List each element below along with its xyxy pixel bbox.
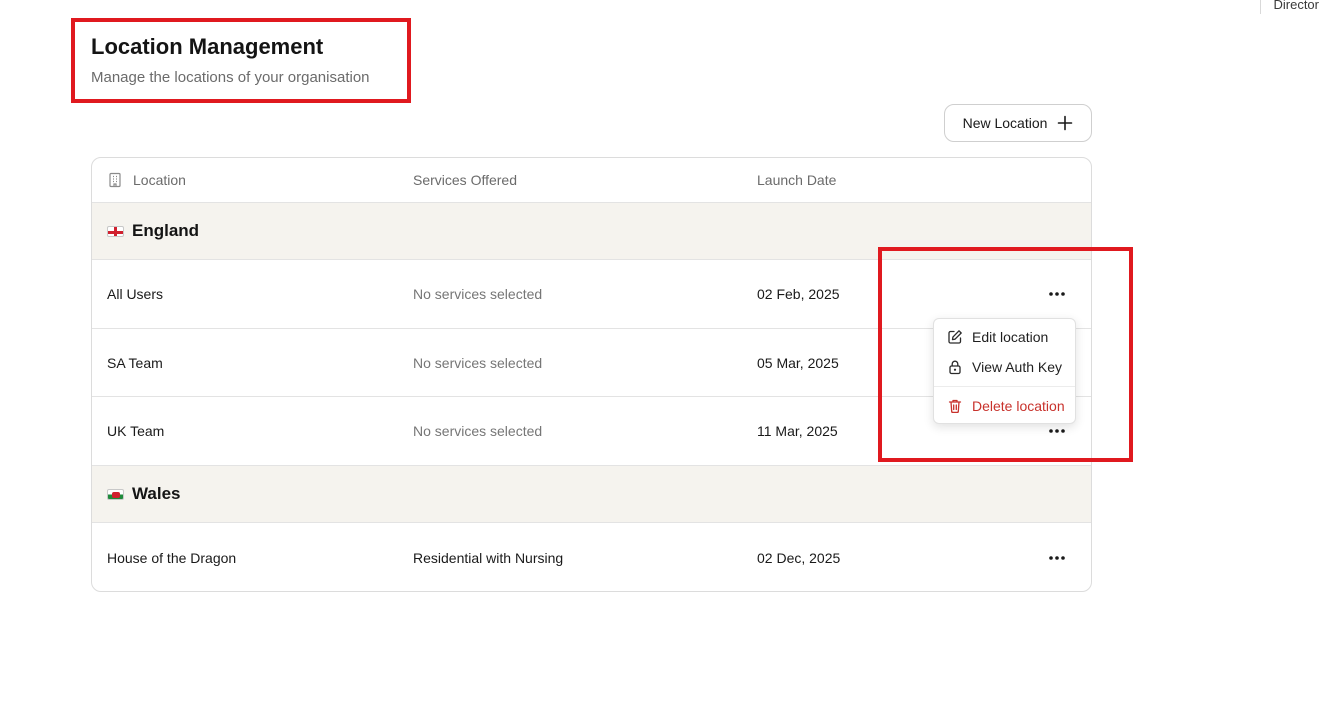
column-label-location: Location bbox=[133, 172, 186, 188]
column-header-launch-date: Launch Date bbox=[757, 172, 837, 188]
building-icon bbox=[109, 172, 121, 188]
column-header-location: Location bbox=[107, 172, 186, 188]
row-services: No services selected bbox=[413, 286, 543, 302]
row-location: House of the Dragon bbox=[107, 549, 237, 566]
user-role-label: Director bbox=[1260, 0, 1319, 14]
row-location: SA Team bbox=[107, 354, 163, 371]
row-launch-date: 05 Mar, 2025 bbox=[757, 354, 839, 371]
highlight-box-title bbox=[71, 18, 411, 103]
row-services: No services selected bbox=[413, 354, 543, 371]
highlight-box-menu bbox=[878, 247, 1133, 462]
new-location-button[interactable]: New Location bbox=[944, 104, 1092, 142]
row-services: No services selected bbox=[413, 423, 543, 439]
england-flag-icon bbox=[107, 225, 124, 237]
row-launch-date: 11 Mar, 2025 bbox=[757, 423, 838, 439]
table-header: Location Services Offered Launch Date bbox=[92, 158, 1091, 203]
more-horizontal-icon bbox=[1049, 555, 1065, 560]
table-row[interactable]: House of the Dragon Residential with Nur… bbox=[92, 523, 1091, 591]
page-subtitle: Manage the locations of your organisatio… bbox=[91, 69, 370, 86]
row-launch-date: 02 Feb, 2025 bbox=[757, 286, 840, 302]
group-header-wales: Wales bbox=[92, 466, 1091, 523]
row-location: All Users bbox=[107, 286, 164, 302]
group-name: England bbox=[132, 221, 200, 240]
plus-icon bbox=[1058, 115, 1073, 131]
row-actions-button[interactable] bbox=[1045, 548, 1069, 568]
new-location-label: New Location bbox=[962, 115, 1048, 131]
column-header-services: Services Offered bbox=[413, 172, 518, 188]
wales-flag-icon bbox=[107, 488, 124, 500]
group-name: Wales bbox=[132, 484, 181, 503]
page-title: Location Management bbox=[91, 34, 324, 59]
row-location: UK Team bbox=[107, 423, 165, 439]
row-launch-date: 02 Dec, 2025 bbox=[757, 549, 841, 566]
row-services: Residential with Nursing bbox=[413, 549, 564, 566]
